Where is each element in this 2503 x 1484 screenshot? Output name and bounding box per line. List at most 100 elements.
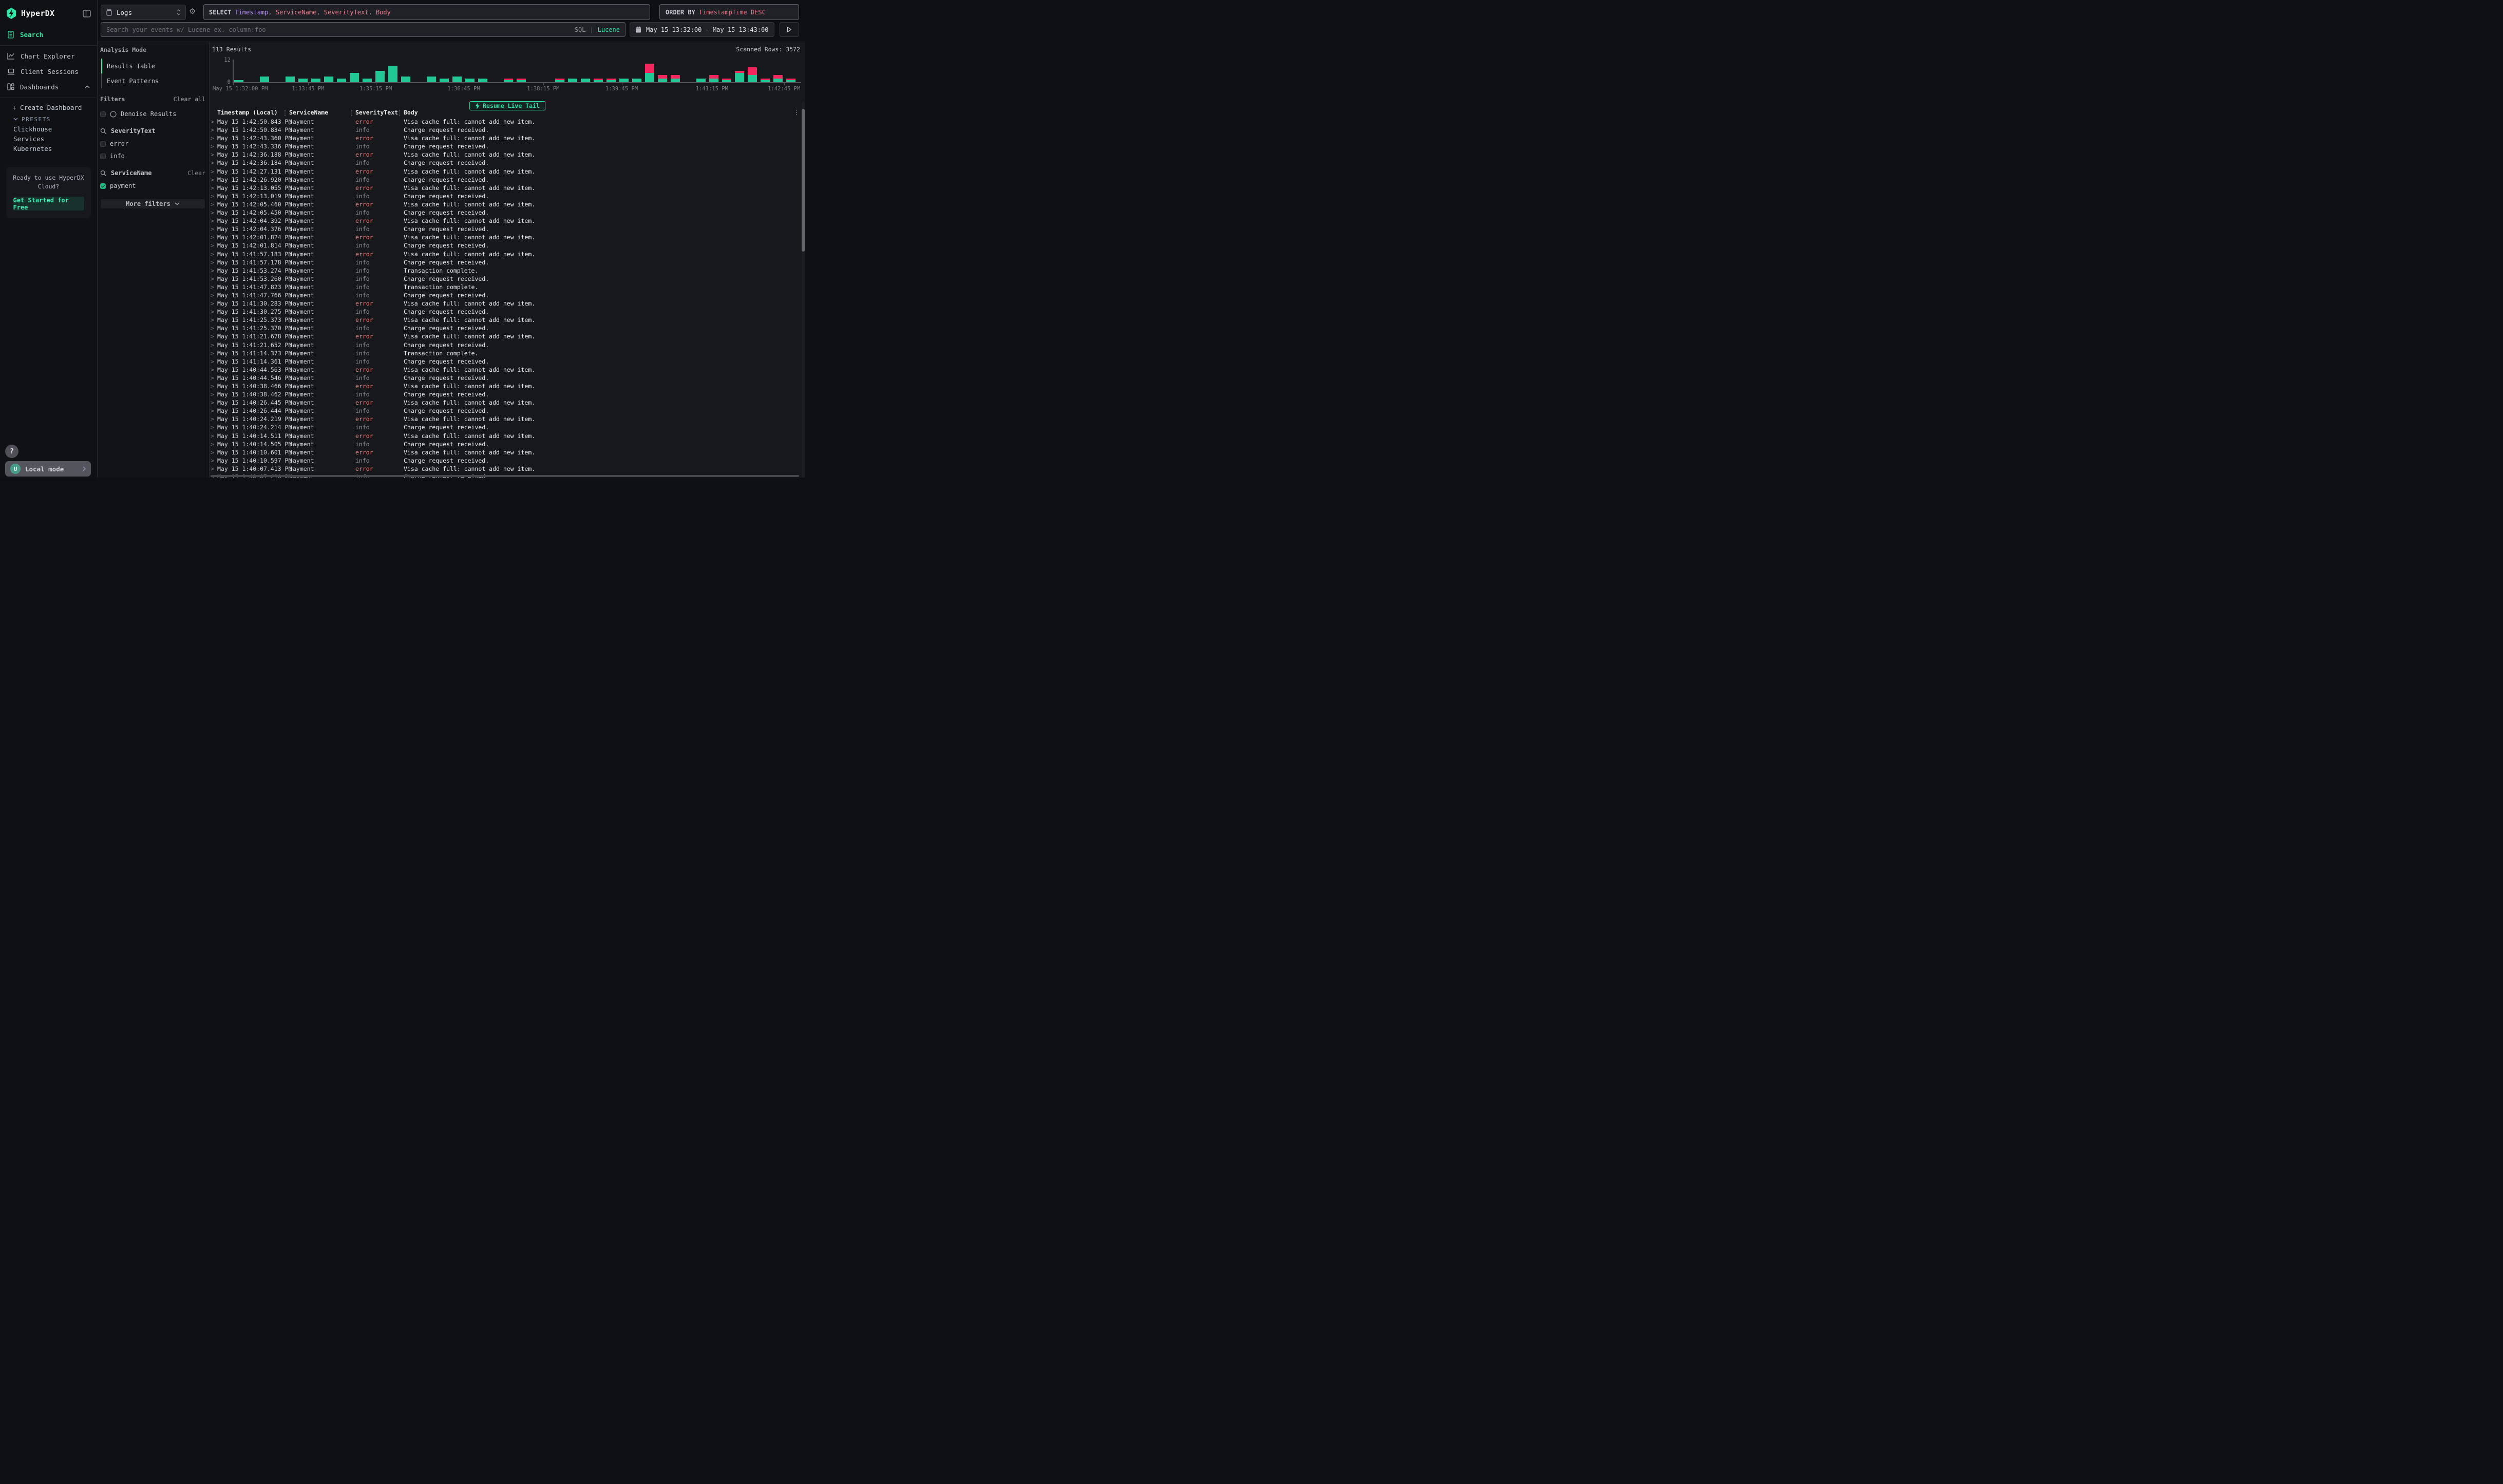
row-expand-chevron-icon[interactable]: > bbox=[211, 126, 214, 134]
row-expand-chevron-icon[interactable]: > bbox=[211, 366, 214, 373]
toggle-lucene[interactable]: Lucene bbox=[598, 26, 620, 33]
histogram-bar[interactable] bbox=[517, 79, 526, 82]
histogram-bar[interactable] bbox=[311, 79, 320, 82]
histogram-bar[interactable] bbox=[337, 79, 346, 82]
histogram-bar[interactable] bbox=[632, 79, 641, 82]
checkbox[interactable] bbox=[100, 154, 106, 159]
checkbox[interactable] bbox=[100, 183, 106, 189]
histogram-bar[interactable] bbox=[568, 79, 577, 82]
histogram-bar[interactable] bbox=[735, 71, 744, 82]
get-started-button[interactable]: Get Started for Free bbox=[13, 197, 84, 211]
log-row[interactable]: >May 15 1:42:27.131 PMpaymenterrorVisa c… bbox=[210, 167, 801, 176]
row-expand-chevron-icon[interactable]: > bbox=[211, 184, 214, 192]
source-select[interactable]: Logs bbox=[101, 5, 186, 20]
row-expand-chevron-icon[interactable]: > bbox=[211, 325, 214, 332]
log-row[interactable]: >May 15 1:41:47.823 PMpaymentinfoTransac… bbox=[210, 283, 801, 291]
row-expand-chevron-icon[interactable]: > bbox=[211, 300, 214, 307]
checkbox[interactable] bbox=[100, 141, 106, 147]
more-filters-button[interactable]: More filters bbox=[101, 199, 205, 208]
log-row[interactable]: >May 15 1:41:14.361 PMpaymentinfoCharge … bbox=[210, 357, 801, 366]
horizontal-scrollbar-thumb[interactable] bbox=[211, 475, 799, 477]
log-row[interactable]: >May 15 1:41:14.373 PMpaymentinfoTransac… bbox=[210, 349, 801, 357]
log-row[interactable]: >May 15 1:41:57.183 PMpaymenterrorVisa c… bbox=[210, 250, 801, 258]
log-row[interactable]: >May 15 1:42:26.920 PMpaymentinfoCharge … bbox=[210, 176, 801, 184]
histogram-bar[interactable] bbox=[761, 79, 770, 82]
filter-option-error[interactable]: error bbox=[100, 138, 205, 150]
log-row[interactable]: >May 15 1:40:26.444 PMpaymentinfoCharge … bbox=[210, 407, 801, 415]
row-expand-chevron-icon[interactable]: > bbox=[211, 432, 214, 440]
histogram-bar[interactable] bbox=[324, 77, 333, 82]
log-row[interactable]: >May 15 1:42:05.450 PMpaymentinfoCharge … bbox=[210, 208, 801, 217]
row-expand-chevron-icon[interactable]: > bbox=[211, 151, 214, 158]
log-row[interactable]: >May 15 1:42:01.814 PMpaymentinfoCharge … bbox=[210, 241, 801, 250]
log-row[interactable]: >May 15 1:40:44.563 PMpaymenterrorVisa c… bbox=[210, 366, 801, 374]
column-resize-handle[interactable] bbox=[285, 110, 286, 116]
column-header-servicename[interactable]: ServiceName bbox=[289, 109, 328, 116]
help-button[interactable]: ? bbox=[5, 445, 18, 458]
log-row[interactable]: >May 15 1:40:44.546 PMpaymentinfoCharge … bbox=[210, 374, 801, 382]
histogram-bar[interactable] bbox=[619, 79, 629, 82]
log-row[interactable]: >May 15 1:41:21.678 PMpaymenterrorVisa c… bbox=[210, 332, 801, 340]
histogram-bar[interactable] bbox=[504, 79, 513, 82]
log-row[interactable]: >May 15 1:40:38.466 PMpaymenterrorVisa c… bbox=[210, 382, 801, 390]
histogram-bar[interactable] bbox=[645, 64, 654, 82]
histogram-bar[interactable] bbox=[363, 79, 372, 82]
log-row[interactable]: >May 15 1:42:13.055 PMpaymenterrorVisa c… bbox=[210, 184, 801, 192]
run-query-button[interactable] bbox=[780, 22, 799, 37]
denoise-results-option[interactable]: Denoise Results bbox=[100, 108, 205, 120]
mode-event-patterns[interactable]: Event Patterns bbox=[101, 73, 205, 88]
log-row[interactable]: >May 15 1:40:38.462 PMpaymentinfoCharge … bbox=[210, 390, 801, 398]
log-row[interactable]: >May 15 1:41:21.652 PMpaymentinfoCharge … bbox=[210, 341, 801, 349]
filter-group-clear-link[interactable]: Clear bbox=[187, 169, 205, 177]
sidebar-item-dashboards[interactable]: Dashboards bbox=[0, 79, 97, 94]
toggle-sql[interactable]: SQL bbox=[575, 26, 586, 33]
row-expand-chevron-icon[interactable]: > bbox=[211, 399, 214, 406]
row-expand-chevron-icon[interactable]: > bbox=[211, 201, 214, 208]
log-row[interactable]: >May 15 1:42:01.824 PMpaymenterrorVisa c… bbox=[210, 233, 801, 241]
histogram-bar[interactable] bbox=[709, 75, 718, 82]
histogram-bar[interactable] bbox=[773, 75, 783, 82]
log-row[interactable]: >May 15 1:42:04.392 PMpaymenterrorVisa c… bbox=[210, 217, 801, 225]
histogram-bar[interactable] bbox=[388, 66, 397, 82]
log-row[interactable]: >May 15 1:42:43.336 PMpaymentinfoCharge … bbox=[210, 142, 801, 150]
histogram-bar[interactable] bbox=[555, 79, 564, 82]
row-expand-chevron-icon[interactable]: > bbox=[211, 135, 214, 142]
histogram-bar[interactable] bbox=[260, 77, 269, 82]
histogram-bar[interactable] bbox=[465, 79, 475, 82]
log-row[interactable]: >May 15 1:41:25.373 PMpaymenterrorVisa c… bbox=[210, 316, 801, 324]
log-row[interactable]: >May 15 1:41:30.275 PMpaymentinfoCharge … bbox=[210, 308, 801, 316]
column-header-body[interactable]: Body bbox=[404, 109, 418, 116]
row-expand-chevron-icon[interactable]: > bbox=[211, 217, 214, 224]
preset-services[interactable]: Services bbox=[0, 134, 97, 144]
row-expand-chevron-icon[interactable]: > bbox=[211, 457, 214, 464]
histogram-bar[interactable] bbox=[696, 79, 706, 82]
search-input[interactable]: Search your events w/ Lucene ex. column:… bbox=[101, 22, 625, 37]
row-expand-chevron-icon[interactable]: > bbox=[211, 225, 214, 233]
log-row[interactable]: >May 15 1:41:53.274 PMpaymentinfoTransac… bbox=[210, 267, 801, 275]
log-row[interactable]: >May 15 1:40:26.445 PMpaymenterrorVisa c… bbox=[210, 398, 801, 407]
order-by-input[interactable]: ORDER BY TimestampTime DESC bbox=[659, 4, 799, 20]
mode-results-table[interactable]: Results Table bbox=[101, 59, 205, 73]
log-row[interactable]: >May 15 1:42:43.360 PMpaymenterrorVisa c… bbox=[210, 134, 801, 142]
sidebar-item-client-sessions[interactable]: Client Sessions bbox=[0, 64, 97, 79]
log-row[interactable]: >May 15 1:41:30.283 PMpaymenterrorVisa c… bbox=[210, 299, 801, 308]
row-expand-chevron-icon[interactable]: > bbox=[211, 449, 214, 456]
row-expand-chevron-icon[interactable]: > bbox=[211, 383, 214, 390]
clear-all-link[interactable]: Clear all bbox=[174, 96, 205, 103]
row-expand-chevron-icon[interactable]: > bbox=[211, 358, 214, 365]
denoise-checkbox[interactable] bbox=[100, 111, 106, 117]
row-expand-chevron-icon[interactable]: > bbox=[211, 391, 214, 398]
log-row[interactable]: >May 15 1:41:53.260 PMpaymentinfoCharge … bbox=[210, 275, 801, 283]
log-row[interactable]: >May 15 1:41:47.766 PMpaymentinfoCharge … bbox=[210, 291, 801, 299]
row-expand-chevron-icon[interactable]: > bbox=[211, 176, 214, 183]
time-range-picker[interactable]: May 15 13:32:00 - May 15 13:43:00 bbox=[630, 22, 774, 37]
log-row[interactable]: >May 15 1:42:50.843 PMpaymenterrorVisa c… bbox=[210, 118, 801, 126]
row-expand-chevron-icon[interactable]: > bbox=[211, 415, 214, 423]
log-row[interactable]: >May 15 1:42:36.184 PMpaymentinfoCharge … bbox=[210, 159, 801, 167]
log-row[interactable]: >May 15 1:40:24.214 PMpaymentinfoCharge … bbox=[210, 423, 801, 431]
vertical-scrollbar-thumb[interactable] bbox=[802, 109, 805, 252]
row-expand-chevron-icon[interactable]: > bbox=[211, 159, 214, 166]
row-expand-chevron-icon[interactable]: > bbox=[211, 374, 214, 382]
row-expand-chevron-icon[interactable]: > bbox=[211, 251, 214, 258]
log-row[interactable]: >May 15 1:40:07.413 PMpaymenterrorVisa c… bbox=[210, 465, 801, 473]
